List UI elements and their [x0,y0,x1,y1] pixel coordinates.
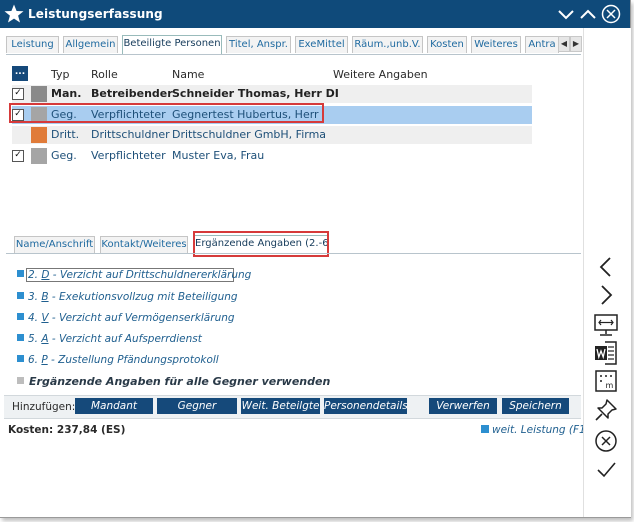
tab-exemittel[interactable]: ExeMittel [295,36,348,53]
previous-chevron-icon[interactable] [593,254,619,280]
tab-beteiligte-personen[interactable]: Beteiligte Personen [122,35,222,54]
row-checkbox[interactable]: ✓ [12,88,24,100]
option-marker-icon [17,292,24,299]
option-text: - Verzicht auf Vermögenserklärung [48,312,235,324]
more-options-button[interactable]: ... [12,66,28,81]
row-typ: Man. [51,87,82,100]
option-prefix: 4. [28,312,42,324]
option-prefix: 6. [28,354,42,366]
option-verzicht-aufsperrdienst[interactable]: 5. A - Verzicht auf Aufsperrdienst [17,333,202,345]
option-prefix: 3. [28,291,42,303]
tab-raeum-unb-v[interactable]: Räum.,unb.V. [352,36,423,53]
row-rolle: Betreibender [91,87,173,100]
row-name: Drittschuldner GmbH, Firma [172,128,327,141]
tab-kosten[interactable]: Kosten [427,36,467,53]
tab-leistung[interactable]: Leistung [6,36,59,53]
main-panel: Leistung Allgemein Beteiligte Personen T… [0,28,596,517]
add-gegner-button[interactable]: Gegner [157,398,237,414]
row-checkbox[interactable]: ✓ [12,150,24,162]
option-shortcut: A [41,333,49,345]
row-name: Schneider Thomas, Herr DI [172,87,339,100]
option-shortcut: V [41,312,49,324]
column-header-weitere-angaben: Weitere Angaben [333,68,428,81]
checkbox-icon [17,377,24,384]
column-header-rolle: Rolle [91,68,118,81]
discard-button[interactable]: Verwerfen [429,398,497,414]
close-window-icon[interactable] [601,4,621,24]
type-color-swatch [31,127,47,143]
option-zustellung-pfaendungsprotokoll[interactable]: 6. P - Zustellung Pfändungsprotokoll [17,354,219,366]
option-text: - Verzicht auf Drittschuldnererklärung [49,269,252,281]
confirm-check-icon[interactable] [593,457,619,483]
add-label: Hinzufügen: [12,401,76,413]
save-button[interactable]: Speichern [502,398,569,414]
field-selection-icon[interactable]: m [593,368,619,394]
row-rolle: Verpflichteter [91,149,166,162]
minimize-chevron-icon[interactable] [556,4,576,24]
option-marker-icon [17,313,24,320]
star-icon [3,3,25,25]
option-verzicht-drittschuldnererklaerung[interactable]: 2. D - Verzicht auf Drittschuldnererklär… [17,269,251,281]
cost-total: Kosten: 237,84 (ES) [8,424,126,436]
column-header-typ: Typ [51,68,70,81]
option-marker-icon [17,270,24,277]
option-text: - Exekutionsvollzug mit Beteiligung [48,291,238,303]
add-mandant-button[interactable]: Mandant [75,398,153,414]
tab-antra[interactable]: Antra [525,36,559,53]
word-document-icon[interactable] [593,340,619,366]
option-marker-icon [17,355,24,362]
weit-leistung-marker-icon [481,425,489,433]
tab-allgemein[interactable]: Allgemein [63,36,118,53]
type-color-swatch [31,148,47,164]
tab-divider [6,54,581,55]
row-typ: Geg. [51,149,77,162]
option-verzicht-vermoegenserklaerung[interactable]: 4. V - Verzicht auf Vermögenserklärung [17,312,235,324]
add-weitere-beteiligte-button[interactable]: Weit. Beteilgte [241,398,320,414]
all-opponents-label: Ergänzende Angaben für alle Gegner verwe… [29,375,331,388]
personendetails-button[interactable]: Personendetails [324,398,408,414]
type-color-swatch [31,86,47,102]
option-prefix: 5. [28,333,42,345]
weit-leistung-link[interactable]: weit. Leistung (F10) [481,424,596,436]
row-rolle: Drittschuldner [91,128,170,141]
option-marker-icon [17,334,24,341]
title-bar: Leistungserfassung [0,0,630,28]
column-header-name: Name [172,68,205,81]
tab-titel-anspr[interactable]: Titel, Anspr. [226,36,291,53]
window-title: Leistungserfassung [28,7,163,21]
all-opponents-checkbox[interactable]: Ergänzende Angaben für alle Gegner verwe… [17,375,330,388]
svg-text:m: m [606,381,614,390]
window: Leistungserfassung Leistung Allgemein Be… [0,0,631,518]
option-exekutionsvollzug[interactable]: 3. B - Exekutionsvollzug mit Beteiligung [17,291,238,303]
weit-leistung-label: weit. Leistung (F10) [492,424,597,436]
maximize-chevron-icon[interactable] [578,4,598,24]
add-toolbar: Hinzufügen: Mandant Gegner Weit. Beteilg… [4,395,581,419]
row-name: Muster Eva, Frau [172,149,265,162]
tab-scroll-left-icon[interactable]: ◀ [558,36,570,52]
detail-tab-divider [6,253,581,254]
table-row[interactable]: ✓ Man. Betreibender Schneider Thomas, He… [12,85,532,103]
tab-kontakt-weiteres[interactable]: Kontakt/Weiteres [100,236,188,253]
row-typ: Dritt. [51,128,80,141]
highlight-frame-selected-row [9,103,324,123]
option-text: - Verzicht auf Aufsperrdienst [48,333,202,345]
table-row[interactable]: ✓ Geg. Verpflichteter Muster Eva, Frau [12,147,532,165]
table-row[interactable]: Dritt. Drittschuldner Drittschuldner Gmb… [12,126,532,144]
option-text: - Zustellung Pfändungsprotokoll [47,354,219,366]
screen-transfer-icon[interactable] [593,312,619,338]
next-chevron-icon[interactable] [593,282,619,308]
pin-icon[interactable] [593,397,619,423]
tab-name-anschrift[interactable]: Name/Anschrift [14,236,95,253]
option-prefix: 2. [28,269,42,281]
tab-scroll-right-icon[interactable]: ▶ [570,36,582,52]
option-shortcut: B [41,291,49,303]
tab-weiteres[interactable]: Weiteres [471,36,521,53]
right-sidebar: m [583,28,631,517]
cancel-circle-icon[interactable] [593,428,619,454]
